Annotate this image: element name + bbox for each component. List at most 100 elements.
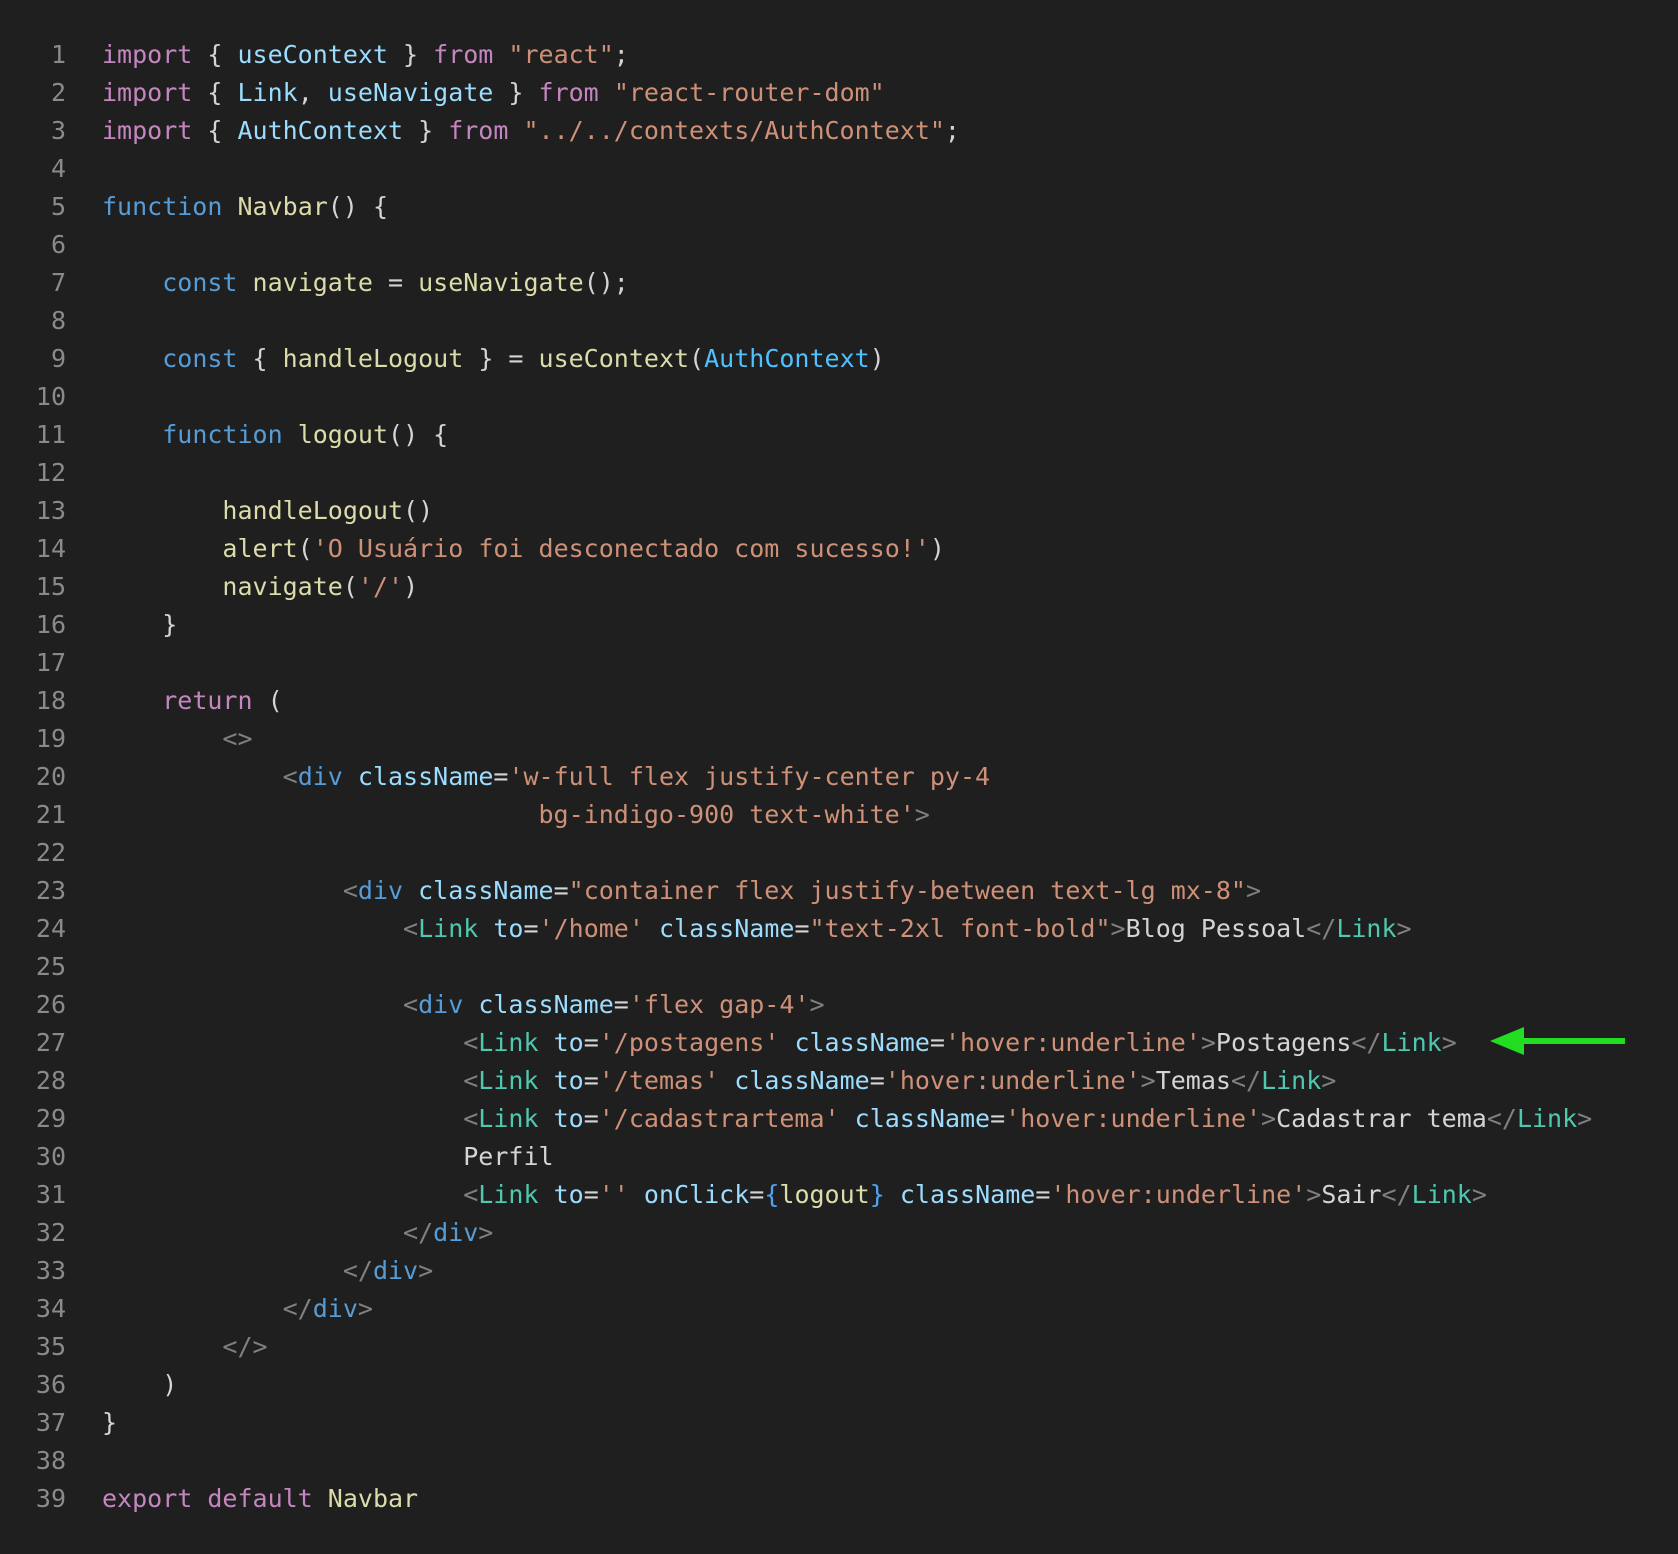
code-token: 'O Usuário foi desconectado com sucesso!… bbox=[312, 534, 930, 563]
code-token: from bbox=[538, 78, 599, 107]
code-token: </> bbox=[222, 1332, 268, 1361]
line-number: 31 bbox=[35, 1180, 66, 1209]
code-line[interactable]: 8 bbox=[0, 302, 1678, 340]
code-token: ; bbox=[944, 116, 960, 145]
code-line[interactable]: 16 } bbox=[0, 606, 1678, 644]
code-line[interactable]: 3 import { AuthContext } from "../../cont… bbox=[0, 112, 1678, 150]
code-line[interactable]: 4 bbox=[0, 150, 1678, 188]
code-line[interactable]: 37} bbox=[0, 1404, 1678, 1442]
code-line[interactable]: 25 bbox=[0, 948, 1678, 986]
line-number: 34 bbox=[35, 1294, 66, 1323]
line-number: 38 bbox=[35, 1446, 66, 1475]
code-line[interactable]: 10 bbox=[0, 378, 1678, 416]
code-line[interactable]: 38 bbox=[0, 1442, 1678, 1480]
code-line[interactable]: 9 const { handleLogout } = useContext(Au… bbox=[0, 340, 1678, 378]
line-source: <Link to='' onClick={logout} className='… bbox=[102, 1176, 1487, 1214]
line-number: 13 bbox=[35, 496, 66, 525]
code-line[interactable]: 13 handleLogout() bbox=[0, 492, 1678, 530]
code-token: className bbox=[418, 876, 554, 905]
code-token: ) bbox=[102, 1370, 178, 1399]
code-token: (); bbox=[583, 268, 629, 297]
code-token: to bbox=[553, 1028, 584, 1057]
line-number: 4 bbox=[50, 154, 66, 183]
code-line[interactable]: 1 import { useContext } from "react"; bbox=[0, 36, 1678, 74]
code-token: className bbox=[658, 914, 795, 943]
code-token: "react" bbox=[508, 40, 614, 69]
code-token: ( bbox=[342, 572, 358, 601]
code-token: '/' bbox=[357, 572, 404, 601]
code-line[interactable]: 14 alert('O Usuário foi desconectado com… bbox=[0, 530, 1678, 568]
code-line[interactable]: 24 <Link to='/home' className="text-2xl … bbox=[0, 910, 1678, 948]
code-line[interactable]: 19 <> bbox=[0, 720, 1678, 758]
code-line[interactable]: 28 <Link to='/temas' className='hover:un… bbox=[0, 1062, 1678, 1100]
code-line[interactable]: 15 navigate('/') bbox=[0, 568, 1678, 606]
code-line[interactable]: 7 const navigate = useNavigate(); bbox=[0, 264, 1678, 302]
code-token: = bbox=[583, 1180, 599, 1209]
code-token: > bbox=[1577, 1104, 1593, 1133]
line-source: <Link to='/cadastrartema' className='hov… bbox=[102, 1100, 1592, 1138]
code-token: = bbox=[583, 1066, 599, 1095]
code-line[interactable]: 18 return ( bbox=[0, 682, 1678, 720]
code-token: navigate bbox=[252, 268, 373, 297]
code-line[interactable]: 39 export default Navbar bbox=[0, 1480, 1678, 1518]
code-line[interactable]: 6 bbox=[0, 226, 1678, 264]
line-number: 36 bbox=[35, 1370, 66, 1399]
code-token: > bbox=[357, 1294, 373, 1323]
code-line[interactable]: 17 bbox=[0, 644, 1678, 682]
code-line[interactable]: 27 <Link to='/postagens' className='hove… bbox=[0, 1024, 1678, 1062]
code-token: ; bbox=[613, 40, 629, 69]
code-token: </ bbox=[342, 1256, 373, 1285]
code-token: from bbox=[448, 116, 509, 145]
code-token: Link bbox=[237, 78, 298, 107]
code-token: () { bbox=[388, 420, 449, 449]
code-token: = bbox=[869, 1066, 885, 1095]
code-line[interactable]: 11 function logout() { bbox=[0, 416, 1678, 454]
code-token: = bbox=[794, 914, 810, 943]
code-token: = bbox=[493, 762, 509, 791]
code-line[interactable]: 22 bbox=[0, 834, 1678, 872]
code-token: bg-indigo-900 text-white' bbox=[538, 800, 915, 829]
code-line[interactable]: 20 <div className='w-full flex justify-c… bbox=[0, 758, 1678, 796]
line-number: 21 bbox=[35, 800, 66, 829]
code-line[interactable]: 36 ) bbox=[0, 1366, 1678, 1404]
code-line[interactable]: 5 function Navbar() { bbox=[0, 188, 1678, 226]
code-token: { bbox=[192, 40, 238, 69]
code-line[interactable]: 12 bbox=[0, 454, 1678, 492]
line-source: const { handleLogout } = useContext(Auth… bbox=[102, 340, 885, 378]
code-line[interactable]: 32 </div> bbox=[0, 1214, 1678, 1252]
code-line[interactable]: 2 import { Link, useNavigate } from "reac… bbox=[0, 74, 1678, 112]
code-line[interactable]: 35 </> bbox=[0, 1328, 1678, 1366]
code-line[interactable]: 23 <div className="container flex justif… bbox=[0, 872, 1678, 910]
code-token: Link bbox=[1411, 1180, 1472, 1209]
code-token: className bbox=[357, 762, 494, 791]
code-editor[interactable]: 1 import { useContext } from "react"; 2 imp… bbox=[0, 0, 1678, 1554]
code-line[interactable]: 30 Perfil bbox=[0, 1138, 1678, 1176]
code-token: </ bbox=[1351, 1028, 1382, 1057]
code-area[interactable]: 1 import { useContext } from "react"; 2 imp… bbox=[0, 36, 1678, 1518]
code-line[interactable]: 29 <Link to='/cadastrartema' className='… bbox=[0, 1100, 1678, 1138]
line-source: </div> bbox=[102, 1290, 373, 1328]
code-token: const bbox=[162, 344, 238, 373]
code-token: Link bbox=[478, 1028, 539, 1057]
code-token: import bbox=[102, 116, 193, 145]
code-line[interactable]: 34 </div> bbox=[0, 1290, 1678, 1328]
code-token: default bbox=[207, 1484, 313, 1513]
line-source: } bbox=[102, 606, 177, 644]
code-token: Link bbox=[1261, 1066, 1322, 1095]
code-token: Cadastrar tema bbox=[1276, 1104, 1487, 1133]
code-token: div bbox=[312, 1294, 358, 1323]
code-token: < bbox=[463, 1180, 479, 1209]
code-token: = bbox=[749, 1180, 765, 1209]
code-token: className bbox=[854, 1104, 991, 1133]
code-line[interactable]: 31 <Link to='' onClick={logout} classNam… bbox=[0, 1176, 1678, 1214]
code-line[interactable]: 26 <div className='flex gap-4'> bbox=[0, 986, 1678, 1024]
code-line[interactable]: 21 bg-indigo-900 text-white'> bbox=[0, 796, 1678, 834]
code-line[interactable]: 33 </div> bbox=[0, 1252, 1678, 1290]
code-token: = bbox=[990, 1104, 1006, 1133]
